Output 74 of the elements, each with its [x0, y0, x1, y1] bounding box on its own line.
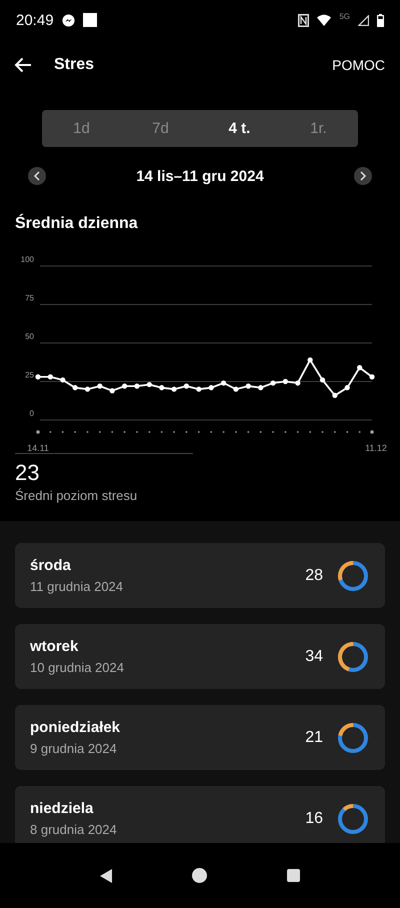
axis-label: 100 [20, 255, 34, 264]
data-point [110, 388, 115, 394]
day-date: 9 grudnia 2024 [30, 741, 117, 756]
average-value: 23 [15, 460, 40, 486]
data-point [122, 384, 128, 389]
day-value: 34 [305, 648, 323, 666]
day-value: 21 [305, 728, 323, 746]
data-point [258, 385, 264, 390]
data-point [246, 384, 251, 389]
messenger-icon [62, 14, 75, 26]
data-point [344, 385, 350, 390]
page-title: Stres [54, 56, 96, 74]
day-date: 8 grudnia 2024 [30, 822, 117, 837]
data-point [220, 380, 226, 386]
data-point [369, 374, 375, 380]
data-point [72, 385, 78, 390]
data-point [60, 377, 66, 383]
day-card[interactable]: poniedziałek 9 grudnia 2024 21 [15, 705, 385, 770]
axis-label: 50 [25, 332, 34, 341]
day-name: wtorek [30, 638, 78, 655]
data-point [282, 378, 288, 384]
day-card[interactable]: wtorek 10 grudnia 2024 34 [15, 624, 385, 689]
period-tab[interactable]: 4 t. [200, 110, 279, 147]
data-point [171, 386, 177, 392]
date-range: 14 lis–11 gru 2024 [136, 168, 264, 184]
data-point [332, 392, 338, 398]
nfc-icon [298, 14, 310, 26]
data-point [35, 374, 41, 380]
average-label: Średni poziom stresu [15, 488, 138, 503]
data-point [320, 377, 326, 383]
axis-label: 11.12 [365, 443, 387, 451]
previous-button[interactable] [28, 167, 46, 185]
day-card[interactable]: środa 11 grudnia 2024 28 [15, 543, 385, 608]
day-name: niedziela [30, 800, 94, 817]
next-button[interactable] [354, 167, 372, 185]
notification-icon [82, 13, 97, 27]
data-point [48, 374, 53, 380]
chevron-right-icon [358, 171, 367, 181]
day-name: środa [30, 557, 71, 574]
stress-ring-icon [337, 802, 369, 834]
data-point [357, 365, 362, 370]
wifi-icon [317, 14, 332, 26]
data-point [295, 380, 300, 386]
network-label: 5G [339, 12, 350, 21]
help-button[interactable]: POMOC [332, 53, 385, 77]
data-point [270, 380, 276, 386]
chevron-left-icon [33, 171, 41, 181]
day-value: 28 [305, 566, 323, 584]
data-point [196, 386, 202, 392]
data-point [308, 357, 313, 363]
axis-label: 75 [25, 294, 34, 302]
axis-label: 14.11 [27, 443, 49, 451]
stress-ring-icon [337, 640, 369, 672]
data-point [233, 386, 239, 392]
axis-label: 25 [25, 370, 34, 380]
battery-icon [377, 14, 384, 26]
data-point [184, 384, 190, 389]
data-point [134, 384, 140, 389]
stress-ring-icon [337, 722, 369, 754]
day-card[interactable]: niedziela 8 grudnia 2024 16 [15, 786, 385, 843]
axis-label: 0 [30, 409, 34, 418]
signal-icon [358, 14, 369, 26]
data-point [208, 385, 214, 390]
data-point [84, 386, 90, 392]
day-name: poniedziałek [30, 719, 120, 736]
clock: 20:49 [16, 12, 54, 28]
day-date: 11 grudnia 2024 [30, 579, 124, 594]
section-title: Średnia dzienna [15, 215, 139, 233]
day-value: 16 [305, 810, 323, 828]
stress-ring-icon [337, 560, 369, 592]
data-point [159, 385, 164, 390]
day-date: 10 grudnia 2024 [30, 660, 124, 675]
data-point [146, 382, 152, 388]
data-point [97, 384, 102, 389]
